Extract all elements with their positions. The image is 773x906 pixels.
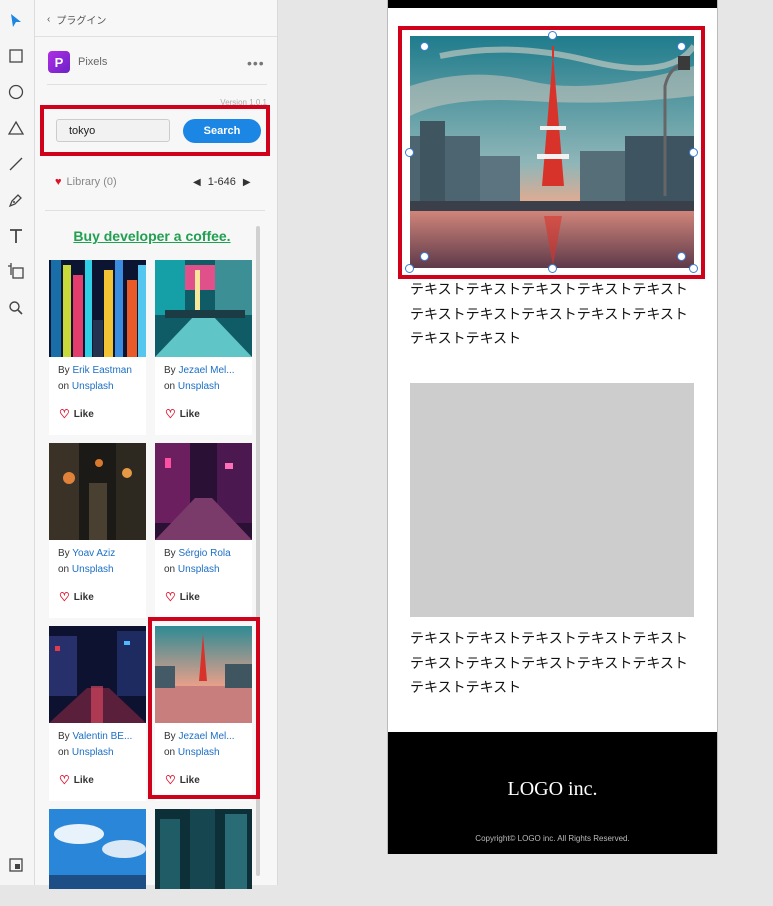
photo-source: on Unsplash bbox=[164, 564, 220, 575]
photo-card[interactable]: By Valentin BE... on Unsplash ♡ Like bbox=[49, 626, 146, 801]
tools-toolbar bbox=[0, 0, 35, 885]
photo-card[interactable] bbox=[49, 809, 146, 889]
photo-thumbnail[interactable] bbox=[155, 260, 252, 357]
photo-credit: By Yoav Aziz bbox=[58, 548, 116, 559]
like-button[interactable]: ♡ Like bbox=[165, 590, 200, 604]
heart-outline-icon: ♡ bbox=[59, 773, 70, 787]
more-options-button[interactable]: ••• bbox=[247, 55, 265, 71]
text-icon[interactable] bbox=[5, 225, 27, 247]
heart-outline-icon: ♡ bbox=[165, 407, 176, 421]
like-button[interactable]: ♡ Like bbox=[59, 773, 94, 787]
plugin-name: Pixels bbox=[78, 56, 108, 68]
source-link[interactable]: Unsplash bbox=[72, 747, 114, 758]
artboard-icon[interactable] bbox=[5, 260, 27, 282]
photo-thumbnail[interactable] bbox=[155, 809, 252, 906]
line-icon[interactable] bbox=[5, 153, 27, 175]
author-link[interactable]: Sérgio Rola bbox=[178, 548, 230, 559]
heart-outline-icon: ♡ bbox=[59, 407, 70, 421]
divider bbox=[35, 36, 277, 37]
footer[interactable]: LOGO inc. Copyright© LOGO inc. All Right… bbox=[388, 732, 717, 854]
page-range: 1-646 bbox=[207, 176, 236, 188]
photo-source: on Unsplash bbox=[58, 747, 114, 758]
plugins-icon[interactable] bbox=[5, 854, 27, 876]
photo-credit: By Erik Eastman bbox=[58, 365, 132, 376]
source-link[interactable]: Unsplash bbox=[178, 564, 220, 575]
triangle-icon[interactable] bbox=[5, 117, 27, 139]
rectangle-icon[interactable] bbox=[5, 45, 27, 67]
heart-outline-icon: ♡ bbox=[165, 590, 176, 604]
source-link[interactable]: Unsplash bbox=[72, 564, 114, 575]
author-link[interactable]: Valentin BE... bbox=[72, 731, 132, 742]
photo-thumbnail[interactable] bbox=[49, 809, 146, 906]
heart-outline-icon: ♡ bbox=[59, 590, 70, 604]
heart-icon: ♥ bbox=[55, 176, 62, 188]
back-label: プラグイン bbox=[56, 16, 107, 27]
photo-credit: By Jezael Mel... bbox=[164, 365, 235, 376]
photo-card[interactable]: By Jezael Mel... on Unsplash ♡ Like bbox=[155, 260, 252, 435]
pagination: ◀ 1-646 ▶ bbox=[193, 176, 251, 188]
image-placeholder[interactable] bbox=[410, 383, 694, 617]
ellipse-icon[interactable] bbox=[5, 81, 27, 103]
photo-thumbnail[interactable] bbox=[49, 260, 146, 357]
like-button[interactable]: ♡ Like bbox=[165, 407, 200, 421]
source-link[interactable]: Unsplash bbox=[72, 381, 114, 392]
photo-card[interactable]: By Sérgio Rola on Unsplash ♡ Like bbox=[155, 443, 252, 618]
buy-coffee-link[interactable]: Buy developer a coffee. bbox=[42, 228, 262, 244]
photo-source: on Unsplash bbox=[164, 381, 220, 392]
library-link[interactable]: ♥ Library (0) bbox=[55, 176, 117, 188]
author-link[interactable]: Yoav Aziz bbox=[72, 548, 115, 559]
photo-source: on Unsplash bbox=[58, 564, 114, 575]
author-link[interactable]: Erik Eastman bbox=[72, 365, 131, 376]
body-text-2[interactable]: テキストテキストテキストテキストテキストテキストテキストテキストテキストテキスト… bbox=[410, 627, 700, 701]
library-label: Library (0) bbox=[66, 176, 117, 188]
pen-icon[interactable] bbox=[5, 189, 27, 211]
photo-thumbnail[interactable] bbox=[49, 443, 146, 540]
like-button[interactable]: ♡ Like bbox=[59, 407, 94, 421]
photo-source: on Unsplash bbox=[58, 381, 114, 392]
body-text-1[interactable]: テキストテキストテキストテキストテキストテキストテキストテキストテキストテキスト… bbox=[410, 278, 700, 352]
copyright: Copyright© LOGO inc. All Rights Reserved… bbox=[475, 834, 630, 843]
like-button[interactable]: ♡ Like bbox=[59, 590, 94, 604]
search-highlight bbox=[40, 105, 270, 156]
hero-highlight bbox=[398, 26, 705, 279]
select-arrow-icon[interactable] bbox=[5, 10, 27, 32]
back-to-plugins-link[interactable]: ‹ プラグイン bbox=[47, 12, 106, 27]
plugin-logo: P bbox=[48, 51, 70, 73]
next-page-button[interactable]: ▶ bbox=[243, 177, 251, 188]
photo-thumbnail[interactable] bbox=[49, 626, 146, 723]
divider bbox=[47, 84, 267, 85]
author-link[interactable]: Jezael Mel... bbox=[178, 365, 234, 376]
footer-logo: LOGO inc. bbox=[507, 778, 598, 800]
divider bbox=[45, 210, 265, 211]
source-link[interactable]: Unsplash bbox=[178, 381, 220, 392]
photo-card[interactable]: By Erik Eastman on Unsplash ♡ Like bbox=[49, 260, 146, 435]
selected-photo-highlight bbox=[148, 617, 260, 799]
chevron-left-icon: ‹ bbox=[47, 14, 51, 25]
photo-card[interactable]: By Yoav Aziz on Unsplash ♡ Like bbox=[49, 443, 146, 618]
photo-credit: By Sérgio Rola bbox=[164, 548, 231, 559]
prev-page-button[interactable]: ◀ bbox=[193, 177, 201, 188]
photo-card[interactable] bbox=[155, 809, 252, 889]
photo-credit: By Valentin BE... bbox=[58, 731, 133, 742]
artboard-header-bar bbox=[388, 0, 717, 8]
photo-thumbnail[interactable] bbox=[155, 443, 252, 540]
zoom-icon[interactable] bbox=[5, 297, 27, 319]
